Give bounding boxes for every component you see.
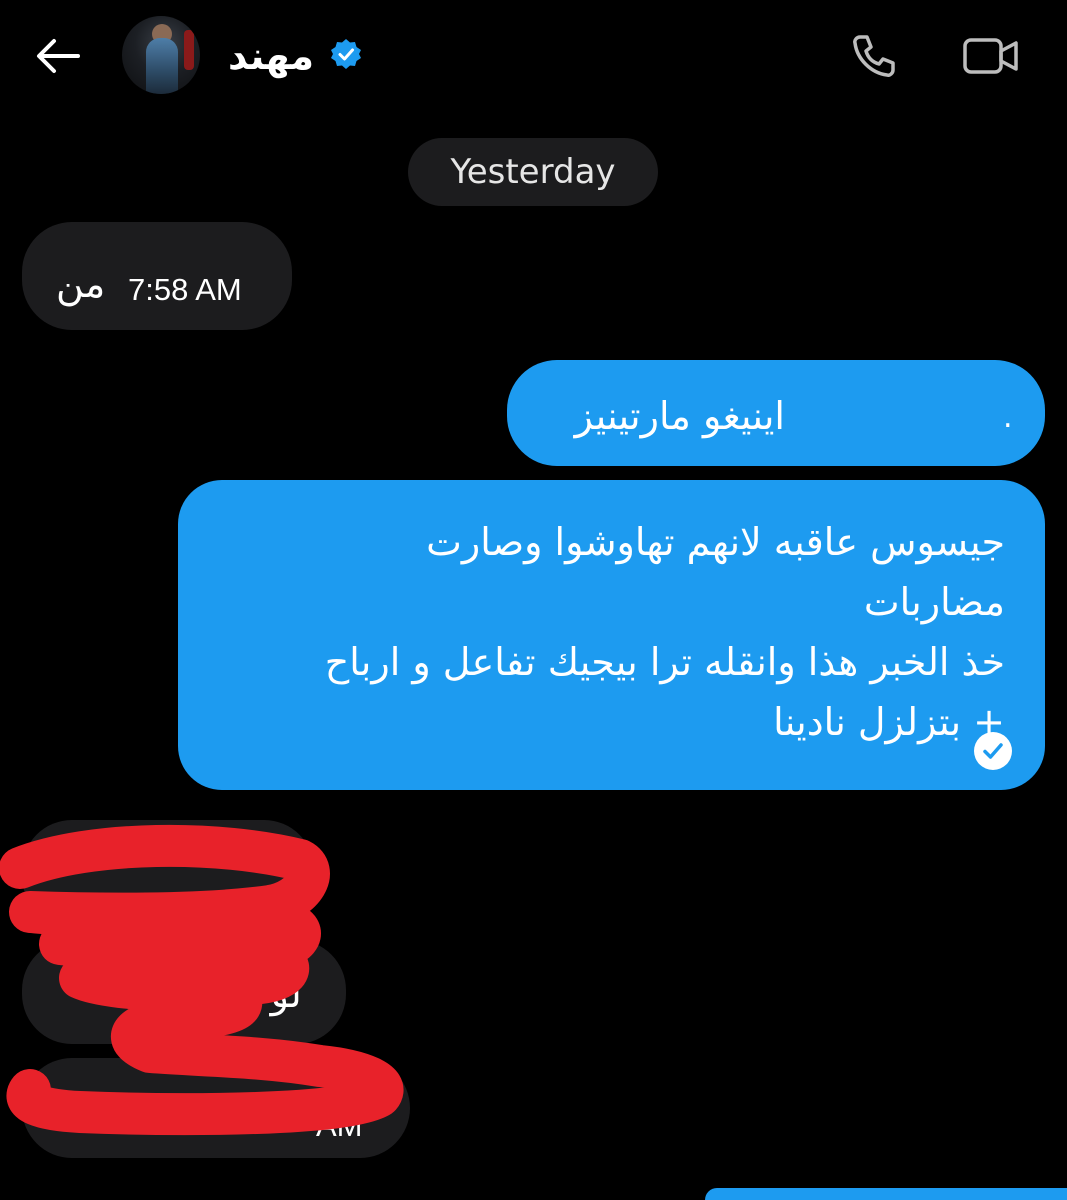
phone-icon bbox=[853, 35, 895, 77]
message-text-suffix: . bbox=[1003, 400, 1013, 435]
message-text: اينيغو مارتينيز bbox=[574, 394, 785, 438]
arrow-left-icon bbox=[37, 39, 80, 73]
read-check-icon bbox=[974, 732, 1012, 770]
message-text: من bbox=[56, 262, 106, 306]
avatar[interactable] bbox=[122, 16, 200, 94]
back-button[interactable] bbox=[28, 28, 88, 84]
video-call-button[interactable] bbox=[958, 30, 1024, 82]
message-text: لو ا bbox=[248, 972, 302, 1016]
message-time: 7:58 AM bbox=[128, 272, 242, 307]
contact-name[interactable]: مهند bbox=[228, 28, 314, 84]
call-button[interactable] bbox=[846, 28, 902, 84]
message-time: AM bbox=[316, 1108, 363, 1143]
date-divider: Yesterday bbox=[408, 138, 658, 206]
message-text: جيسوس عاقبه لانهم تهاوشوا وصارت مضاربات … bbox=[324, 520, 1005, 744]
message-bubble-outgoing-partial[interactable] bbox=[705, 1188, 1067, 1200]
message-bubble-incoming[interactable] bbox=[22, 820, 314, 926]
video-camera-icon bbox=[963, 38, 1018, 74]
verified-badge-icon bbox=[331, 39, 361, 69]
chat-screen: مهند Yesterday 7:58 AM من اينيغو مارتيني… bbox=[0, 0, 1067, 1200]
